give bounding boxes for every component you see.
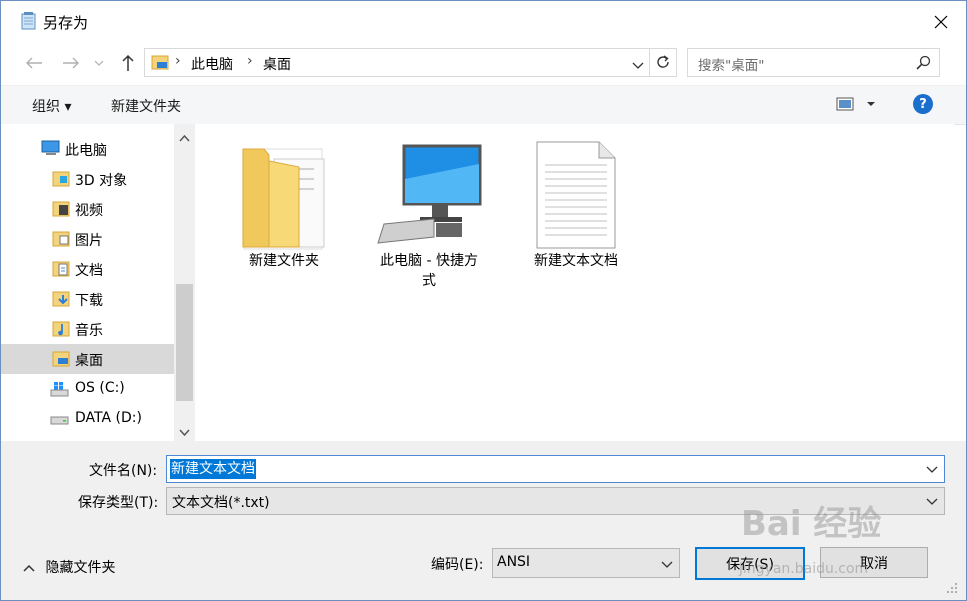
hide-folders-toggle[interactable]: 隐藏文件夹 bbox=[23, 557, 115, 577]
sidebar-item-this-pc[interactable]: 此电脑 bbox=[1, 134, 174, 164]
sidebar-item-downloads[interactable]: 下载 bbox=[1, 284, 174, 314]
3d-objects-icon bbox=[52, 171, 70, 191]
pc-icon bbox=[41, 140, 61, 160]
sidebar-item-3d-objects[interactable]: 3D 对象 bbox=[1, 164, 174, 194]
close-button[interactable] bbox=[926, 7, 956, 37]
sidebar-item-pictures[interactable]: 图片 bbox=[1, 224, 174, 254]
arrow-right-icon bbox=[63, 57, 79, 69]
cancel-button[interactable]: 取消 bbox=[820, 547, 928, 578]
search-field[interactable]: 搜索"桌面" bbox=[687, 48, 940, 77]
close-icon bbox=[934, 15, 948, 29]
sidebar-item-label: DATA (D:) bbox=[75, 410, 142, 426]
chevron-down-icon bbox=[926, 466, 938, 473]
window-title: 另存为 bbox=[43, 14, 89, 32]
sidebar-item-label: 图片 bbox=[75, 233, 103, 249]
sidebar-item-videos[interactable]: 视频 bbox=[1, 194, 174, 224]
navigation-pane: 此电脑 3D 对象 视频 图片 文档 下载 音乐 桌面 OS (C:) DATA… bbox=[1, 124, 196, 441]
sidebar-item-label: 桌面 bbox=[75, 353, 103, 369]
sidebar-item-label: 视频 bbox=[75, 203, 103, 219]
arrow-up-icon bbox=[122, 54, 134, 71]
desktop-icon bbox=[52, 351, 70, 371]
forward-button[interactable] bbox=[59, 52, 83, 74]
encoding-select[interactable]: ANSI bbox=[492, 548, 680, 578]
documents-icon bbox=[52, 261, 70, 281]
sidebar-item-label: OS (C:) bbox=[75, 380, 125, 396]
search-placeholder: 搜索"桌面" bbox=[698, 58, 765, 74]
text-file-icon bbox=[521, 139, 631, 251]
encoding-label: 编码(E): bbox=[431, 557, 484, 573]
file-name: 新建文本文档 bbox=[534, 253, 618, 269]
file-item-new-text-document[interactable]: 新建文本文档 bbox=[521, 139, 631, 271]
search-icon bbox=[916, 55, 931, 74]
chevron-down-icon bbox=[661, 557, 673, 573]
chevron-down-icon bbox=[926, 494, 938, 510]
view-icon bbox=[836, 97, 875, 111]
filename-value: 新建文本文档 bbox=[170, 459, 256, 479]
view-options-button[interactable] bbox=[836, 96, 880, 116]
chevron-down-icon bbox=[94, 60, 104, 66]
sidebar-item-label: 文档 bbox=[75, 263, 103, 279]
breadcrumb-this-pc[interactable]: 此电脑 bbox=[191, 54, 233, 74]
refresh-button[interactable] bbox=[655, 54, 671, 74]
file-name: 新建文件夹 bbox=[249, 253, 319, 269]
filetype-value: 文本文档(*.txt) bbox=[172, 495, 270, 511]
organize-menu[interactable]: 组织 ▾ bbox=[32, 96, 71, 116]
sidebar-item-music[interactable]: 音乐 bbox=[1, 314, 174, 344]
computer-shortcut-icon bbox=[374, 139, 484, 251]
pictures-icon bbox=[52, 231, 70, 251]
breadcrumb-separator-icon: › bbox=[247, 53, 253, 69]
sidebar-item-label: 音乐 bbox=[75, 323, 103, 339]
save-as-dialog: 另存为 › 此电脑 › 桌面 搜索"桌面" 组织 ▾ 新建文件夹 ? 此电脑 3… bbox=[0, 0, 967, 601]
file-item-this-pc-shortcut[interactable]: 此电脑 - 快捷方式 bbox=[374, 139, 484, 291]
sidebar-item-desktop[interactable]: 桌面 bbox=[1, 344, 174, 374]
back-button[interactable] bbox=[22, 52, 46, 74]
new-folder-button[interactable]: 新建文件夹 bbox=[111, 96, 181, 116]
filetype-select[interactable]: 文本文档(*.txt) bbox=[166, 487, 945, 515]
sidebar-item-label: 下载 bbox=[75, 293, 103, 309]
drive-icon bbox=[50, 412, 70, 430]
breadcrumb-desktop[interactable]: 桌面 bbox=[263, 54, 291, 74]
help-icon: ? bbox=[919, 96, 927, 112]
sidebar-scrollbar[interactable] bbox=[174, 124, 195, 441]
command-bar: 组织 ▾ 新建文件夹 bbox=[1, 85, 966, 125]
folder-icon bbox=[229, 139, 339, 251]
file-list-view: 新建文件夹 此电脑 - 快捷方式 新建文本文档 bbox=[196, 124, 954, 441]
chevron-up-icon bbox=[23, 560, 35, 576]
filename-label: 文件名(N): bbox=[89, 463, 158, 479]
refresh-icon bbox=[657, 55, 669, 68]
sidebar-item-data-d[interactable]: DATA (D:) bbox=[1, 404, 174, 434]
encoding-value: ANSI bbox=[497, 554, 531, 570]
chevron-down-icon bbox=[632, 62, 644, 69]
help-button[interactable]: ? bbox=[913, 94, 933, 114]
videos-icon bbox=[52, 201, 70, 221]
windows-drive-icon bbox=[50, 381, 70, 401]
file-item-new-folder[interactable]: 新建文件夹 bbox=[229, 139, 339, 271]
sidebar-item-label: 3D 对象 bbox=[75, 173, 128, 189]
scrollbar-thumb[interactable] bbox=[176, 284, 193, 401]
address-dropdown-button[interactable] bbox=[632, 58, 644, 74]
divider bbox=[649, 49, 650, 76]
resize-grip-icon[interactable] bbox=[945, 581, 959, 599]
up-button[interactable] bbox=[116, 52, 140, 74]
sidebar-item-os-c[interactable]: OS (C:) bbox=[1, 374, 174, 404]
notepad-icon bbox=[21, 12, 37, 34]
recent-locations-button[interactable] bbox=[91, 52, 107, 74]
file-name: 此电脑 - 快捷方式 bbox=[380, 253, 478, 289]
breadcrumb-separator-icon: › bbox=[175, 53, 181, 69]
save-button[interactable]: 保存(S) bbox=[695, 547, 805, 580]
scroll-down-icon[interactable] bbox=[179, 425, 190, 441]
sidebar-item-label: 此电脑 bbox=[65, 143, 107, 159]
sidebar-item-documents[interactable]: 文档 bbox=[1, 254, 174, 284]
downloads-icon bbox=[52, 291, 70, 311]
hide-folders-label: 隐藏文件夹 bbox=[45, 560, 116, 576]
arrow-left-icon bbox=[26, 57, 42, 69]
address-bar[interactable]: › 此电脑 › 桌面 bbox=[144, 48, 677, 77]
desktop-folder-icon bbox=[151, 54, 169, 74]
title-bar: 另存为 bbox=[1, 1, 966, 41]
filename-dropdown-button[interactable] bbox=[926, 462, 938, 478]
filetype-label: 保存类型(T): bbox=[78, 495, 159, 511]
music-icon bbox=[52, 321, 70, 341]
scroll-up-icon[interactable] bbox=[179, 130, 190, 146]
filename-input[interactable]: 新建文本文档 bbox=[166, 455, 945, 483]
